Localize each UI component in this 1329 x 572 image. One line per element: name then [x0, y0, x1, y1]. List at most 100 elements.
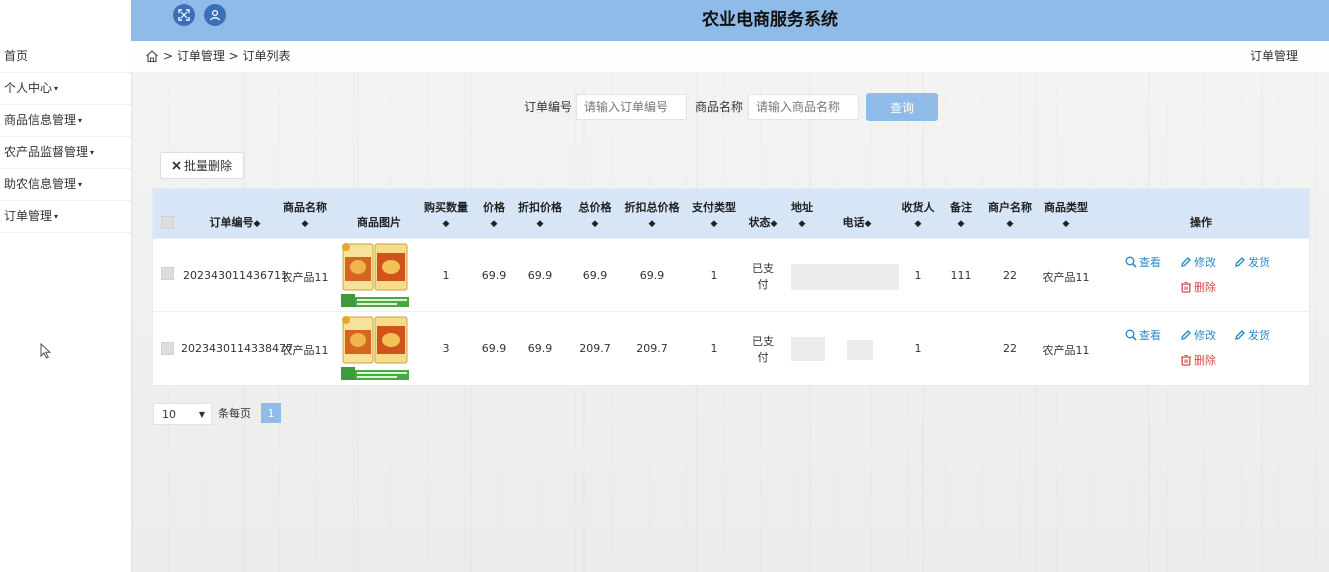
- view-button[interactable]: 查看: [1125, 327, 1161, 343]
- cell-quantity: 3: [442, 342, 450, 355]
- cell-receiver: 1: [914, 342, 922, 355]
- cell-quantity: 1: [442, 269, 450, 282]
- caret-down-icon: ▾: [54, 84, 59, 93]
- redacted-phone: [847, 340, 873, 360]
- redacted-address: [791, 337, 825, 361]
- sort-icon: ◆: [253, 219, 261, 229]
- ship-button[interactable]: 发货: [1234, 327, 1270, 343]
- column-pay-type[interactable]: 支付类型 ◆: [689, 200, 739, 232]
- breadcrumb-current: 订单管理: [1249, 49, 1298, 63]
- cell-receiver: 1: [914, 269, 922, 282]
- cell-goods-name: 农产品11: [281, 344, 329, 357]
- page-size-select[interactable]: 10 ▼: [153, 403, 212, 425]
- cell-discount-total: 69.9: [639, 269, 665, 282]
- caret-down-icon: ▾: [78, 180, 83, 189]
- sort-icon: ◆: [490, 219, 498, 229]
- redacted-address-phone: [791, 264, 899, 290]
- cell-order-no: 2023430114338477: [181, 342, 293, 355]
- column-total[interactable]: 总价格 ◆: [575, 200, 615, 232]
- search-icon: [1125, 329, 1137, 341]
- cell-status: 已支付: [752, 335, 774, 364]
- row-checkbox[interactable]: [161, 342, 174, 355]
- goods-name-label: 商品名称: [695, 100, 744, 114]
- goods-image[interactable]: [339, 241, 413, 311]
- sidebar-item-aid-info[interactable]: 助农信息管理 ▾: [0, 169, 131, 201]
- column-discount-total[interactable]: 折扣总价格 ◆: [623, 200, 681, 232]
- goods-name-input[interactable]: [748, 94, 859, 120]
- column-actions: 操作: [1190, 216, 1212, 229]
- sort-icon: ◆: [1062, 219, 1070, 229]
- cell-discount-total: 209.7: [636, 342, 668, 355]
- order-no-input[interactable]: [576, 94, 687, 120]
- query-button[interactable]: 查询: [866, 93, 938, 121]
- table-row: 2023430114338477 农产品11 3 69.9 69.9 209.7…: [153, 311, 1309, 385]
- breadcrumb: > 订单管理 > 订单列表 订单管理: [131, 41, 1329, 72]
- sort-icon: ◆: [442, 219, 450, 229]
- sort-icon: ◆: [957, 219, 965, 229]
- page-number-current[interactable]: 1: [261, 403, 281, 423]
- cell-goods-type: 农产品11: [1042, 344, 1090, 357]
- column-goods-name[interactable]: 商品名称 ◆: [281, 200, 329, 232]
- cell-pay-type: 1: [710, 269, 718, 282]
- trash-icon: [1181, 354, 1191, 366]
- column-goods-image: 商品图片: [357, 216, 401, 229]
- view-button[interactable]: 查看: [1125, 254, 1161, 270]
- sidebar-item-goods-info[interactable]: 商品信息管理 ▾: [0, 105, 131, 137]
- trash-icon: [1181, 281, 1191, 293]
- batch-delete-button[interactable]: 批量删除: [160, 152, 244, 179]
- orders-table: 订单编号◆ 商品名称 ◆ 商品图片 购买数量 ◆ 价格 ◆ 折扣价格 ◆ 总价格 ◆ 折扣…: [152, 188, 1310, 386]
- sidebar-item-order-management[interactable]: 订单管理 ▾: [0, 201, 131, 233]
- goods-image[interactable]: [339, 314, 413, 384]
- home-icon[interactable]: [145, 49, 159, 63]
- caret-down-icon: ▾: [54, 212, 59, 221]
- cell-total: 209.7: [579, 342, 611, 355]
- mouse-cursor-icon: [40, 343, 52, 359]
- sidebar-item-product-supervision[interactable]: 农产品监督管理 ▾: [0, 137, 131, 169]
- column-goods-type[interactable]: 商品类型 ◆: [1042, 200, 1090, 232]
- sidebar-item-personal-center[interactable]: 个人中心 ▾: [0, 73, 131, 105]
- column-price[interactable]: 价格 ◆: [479, 200, 509, 232]
- sort-icon: ◆: [770, 219, 778, 229]
- cell-price: 69.9: [481, 269, 507, 282]
- column-order-no[interactable]: 订单编号◆: [203, 215, 267, 232]
- edit-button[interactable]: 修改: [1180, 254, 1216, 270]
- column-merchant[interactable]: 商户名称 ◆: [986, 200, 1034, 232]
- ship-button[interactable]: 发货: [1234, 254, 1270, 270]
- column-receiver[interactable]: 收货人 ◆: [899, 200, 937, 232]
- pencil-icon: [1235, 257, 1245, 267]
- close-icon: [172, 161, 181, 170]
- column-discount-price[interactable]: 折扣价格 ◆: [517, 200, 563, 232]
- column-phone[interactable]: 电话◆: [837, 215, 877, 232]
- cell-price: 69.9: [481, 342, 507, 355]
- column-address[interactable]: 地址 ◆: [787, 200, 817, 232]
- pencil-icon: [1181, 257, 1191, 267]
- column-remark[interactable]: 备注 ◆: [947, 200, 975, 232]
- pencil-icon: [1235, 330, 1245, 340]
- sidebar-item-home[interactable]: 首页: [0, 41, 131, 73]
- sort-icon: ◆: [710, 219, 718, 229]
- cell-merchant: 22: [1003, 342, 1017, 355]
- column-status[interactable]: 状态◆: [743, 215, 783, 232]
- delete-button[interactable]: 删除: [1180, 279, 1216, 295]
- row-checkbox[interactable]: [161, 267, 174, 280]
- column-quantity[interactable]: 购买数量 ◆: [423, 200, 469, 232]
- order-no-label: 订单编号: [524, 100, 573, 114]
- delete-button[interactable]: 删除: [1180, 352, 1216, 368]
- edit-button[interactable]: 修改: [1180, 327, 1216, 343]
- sidebar: 首页 个人中心 ▾ 商品信息管理 ▾ 农产品监督管理 ▾ 助农信息管理 ▾ 订单管理 ▾: [0, 0, 132, 572]
- sort-icon: ◆: [1006, 219, 1014, 229]
- search-icon: [1125, 256, 1137, 268]
- select-all-checkbox[interactable]: [161, 216, 174, 229]
- sort-icon: ◆: [864, 219, 872, 229]
- sort-icon: ◆: [648, 219, 656, 229]
- breadcrumb-path: > 订单管理 > 订单列表: [163, 49, 291, 63]
- chevron-down-icon: ▼: [198, 409, 205, 419]
- cell-remark: 111: [950, 269, 972, 282]
- app-title: 农业电商服务系统: [702, 10, 838, 30]
- sort-icon: ◆: [536, 219, 544, 229]
- cell-pay-type: 1: [710, 342, 718, 355]
- sort-icon: ◆: [914, 219, 922, 229]
- caret-down-icon: ▾: [90, 148, 95, 157]
- cell-goods-type: 农产品11: [1042, 271, 1090, 284]
- cell-goods-name: 农产品11: [281, 271, 329, 284]
